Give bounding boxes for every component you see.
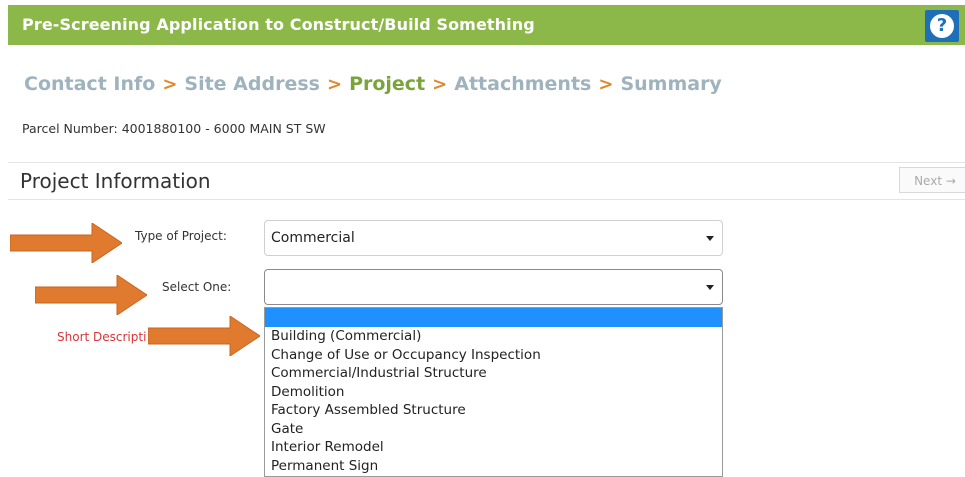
select-one-dropdown[interactable]: Building (Commercial) Change of Use or O… bbox=[264, 307, 723, 477]
dropdown-option[interactable]: Factory Assembled Structure bbox=[265, 401, 722, 420]
page-title: Pre-Screening Application to Construct/B… bbox=[22, 15, 535, 34]
step-project[interactable]: Project bbox=[349, 73, 425, 95]
dropdown-option[interactable]: Permanent Sign bbox=[265, 457, 722, 476]
dropdown-option[interactable]: Building (Commercial) bbox=[265, 327, 722, 346]
dropdown-option-highlighted[interactable] bbox=[265, 308, 722, 327]
select-one-select[interactable] bbox=[264, 269, 723, 305]
parcel-number: Parcel Number: 4001880100 - 6000 MAIN ST… bbox=[22, 121, 326, 136]
annotation-arrow-icon bbox=[35, 275, 147, 315]
type-of-project-select[interactable]: Commercial bbox=[264, 220, 723, 256]
section-header: Project Information Next → bbox=[8, 162, 965, 200]
step-attachments[interactable]: Attachments bbox=[454, 73, 591, 95]
app-header: Pre-Screening Application to Construct/B… bbox=[8, 5, 965, 45]
caret-down-icon bbox=[706, 236, 714, 241]
caret-down-icon bbox=[706, 285, 714, 290]
chevron-right-icon: > bbox=[162, 74, 178, 95]
chevron-right-icon: > bbox=[432, 74, 448, 95]
type-of-project-value: Commercial bbox=[271, 230, 355, 246]
breadcrumb: Contact Info > Site Address > Project > Attach… bbox=[24, 73, 722, 95]
type-of-project-label: Type of Project: bbox=[135, 229, 227, 243]
step-site-address[interactable]: Site Address bbox=[184, 73, 320, 95]
section-title: Project Information bbox=[20, 169, 211, 193]
chevron-right-icon: > bbox=[598, 74, 614, 95]
next-button[interactable]: Next → bbox=[899, 167, 965, 193]
annotation-arrow-icon bbox=[148, 316, 260, 356]
step-summary[interactable]: Summary bbox=[620, 73, 721, 95]
question-mark-icon: ? bbox=[930, 14, 954, 38]
dropdown-option[interactable]: Commercial/Industrial Structure bbox=[265, 364, 722, 383]
dropdown-option[interactable]: Interior Remodel bbox=[265, 438, 722, 457]
dropdown-option[interactable]: Change of Use or Occupancy Inspection bbox=[265, 346, 722, 365]
chevron-right-icon: > bbox=[326, 74, 343, 95]
step-contact-info[interactable]: Contact Info bbox=[24, 73, 155, 95]
dropdown-option[interactable]: Gate bbox=[265, 420, 722, 439]
short-description-label: Short Descripti bbox=[57, 330, 147, 344]
annotation-arrow-icon bbox=[10, 223, 122, 263]
dropdown-option[interactable]: Demolition bbox=[265, 383, 722, 402]
help-button[interactable]: ? bbox=[925, 10, 959, 42]
select-one-label: Select One: bbox=[162, 280, 232, 294]
